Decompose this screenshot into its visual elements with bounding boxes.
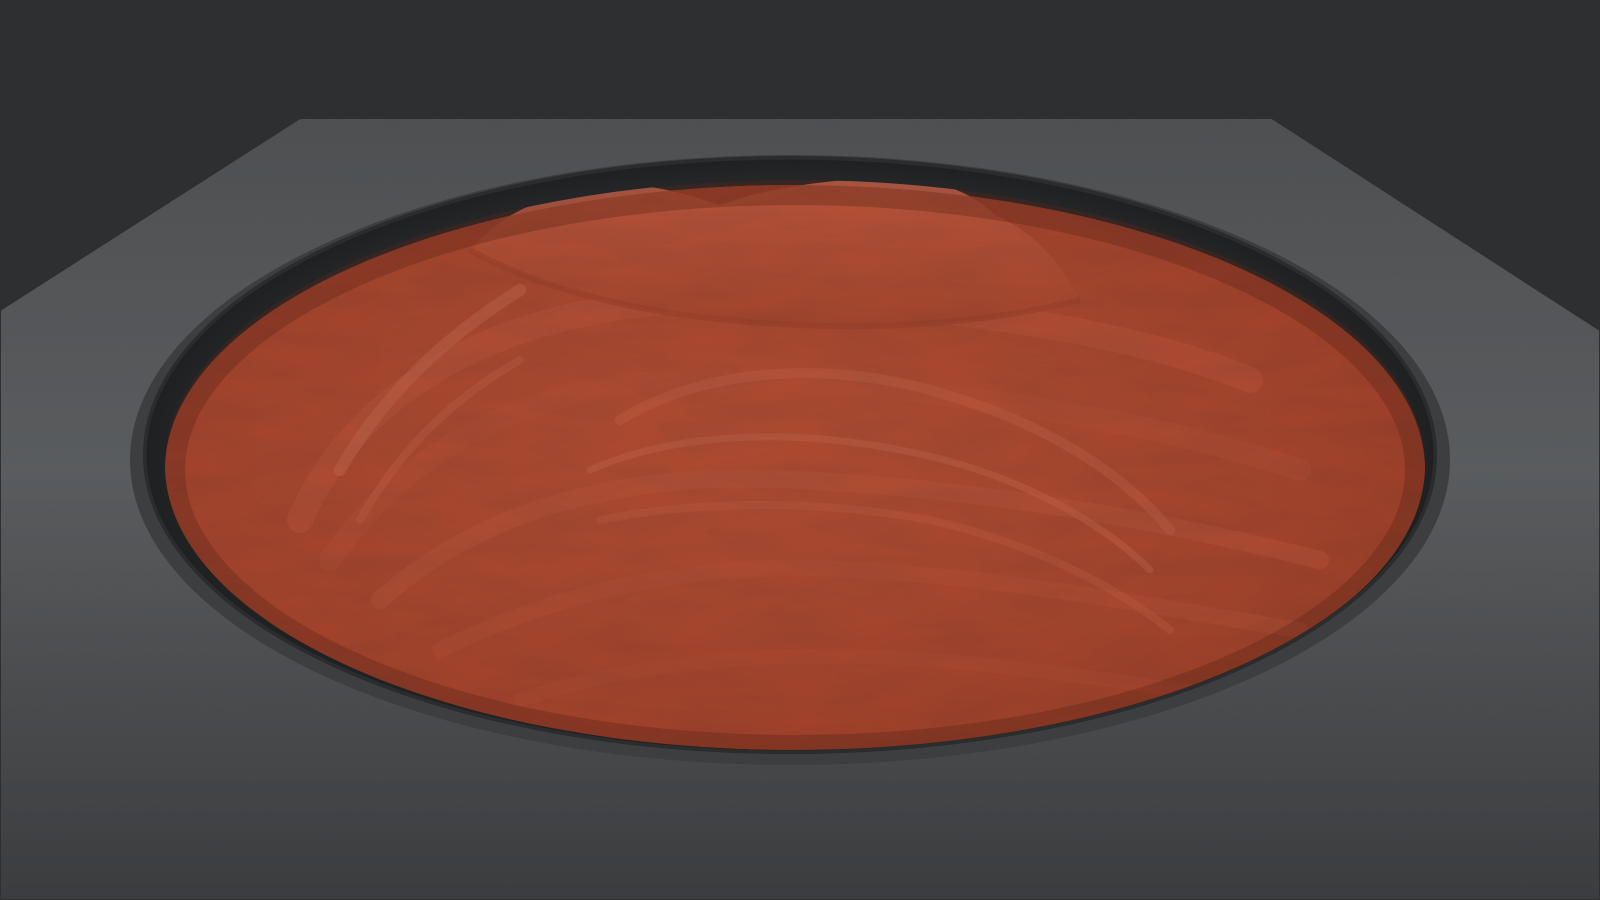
terrain-scene [0, 0, 1600, 900]
